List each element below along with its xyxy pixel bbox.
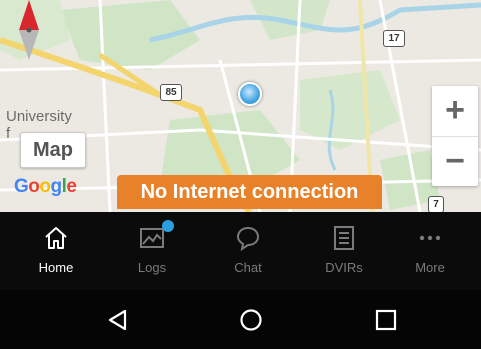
- nav-label-dvirs: DVIRs: [325, 260, 363, 275]
- nav-item-more[interactable]: More: [382, 212, 478, 290]
- app-screen: University f 85 17 7 Map Google + − No I…: [0, 0, 481, 349]
- zoom-out-button[interactable]: −: [432, 136, 478, 187]
- chat-icon: [236, 226, 260, 252]
- nav-item-logs[interactable]: Logs: [104, 212, 200, 290]
- nav-label-more: More: [415, 260, 445, 275]
- google-logo-letter: G: [14, 176, 29, 197]
- map-type-button[interactable]: Map: [20, 132, 86, 168]
- google-logo: Google: [14, 176, 77, 198]
- zoom-controls: + −: [432, 86, 478, 186]
- dvir-icon: [334, 226, 354, 250]
- google-logo-letter: o: [39, 176, 51, 197]
- compass-icon[interactable]: [14, 0, 44, 62]
- current-location-marker[interactable]: [238, 82, 262, 106]
- route-shield-17: 17: [383, 30, 405, 47]
- nav-label-logs: Logs: [137, 260, 167, 275]
- home-circle-icon[interactable]: [237, 306, 265, 334]
- more-icon: [419, 235, 441, 241]
- map-view[interactable]: University f 85 17 7 Map Google + − No I…: [0, 0, 481, 212]
- google-logo-letter: o: [28, 176, 40, 197]
- google-logo-letter: g: [50, 176, 63, 197]
- back-icon[interactable]: [104, 306, 132, 334]
- nav-label-chat: Chat: [234, 260, 262, 275]
- home-icon: [45, 227, 67, 249]
- bottom-nav-bar: Home Logs Chat DVIRs More: [0, 212, 481, 290]
- google-logo-letter: e: [66, 176, 77, 197]
- recents-icon[interactable]: [372, 306, 400, 334]
- nav-item-home[interactable]: Home: [8, 212, 104, 290]
- nav-item-chat[interactable]: Chat: [200, 212, 296, 290]
- route-shield-7: 7: [428, 196, 444, 212]
- route-shield-85: 85: [160, 84, 182, 101]
- no-internet-toast: No Internet connection: [117, 175, 382, 209]
- nav-item-dvirs[interactable]: DVIRs: [296, 212, 392, 290]
- nav-label-home: Home: [38, 260, 74, 275]
- zoom-in-button[interactable]: +: [432, 86, 478, 136]
- system-nav-bar: [0, 290, 481, 349]
- notification-badge: [162, 220, 174, 232]
- place-label-line1: University: [6, 108, 72, 125]
